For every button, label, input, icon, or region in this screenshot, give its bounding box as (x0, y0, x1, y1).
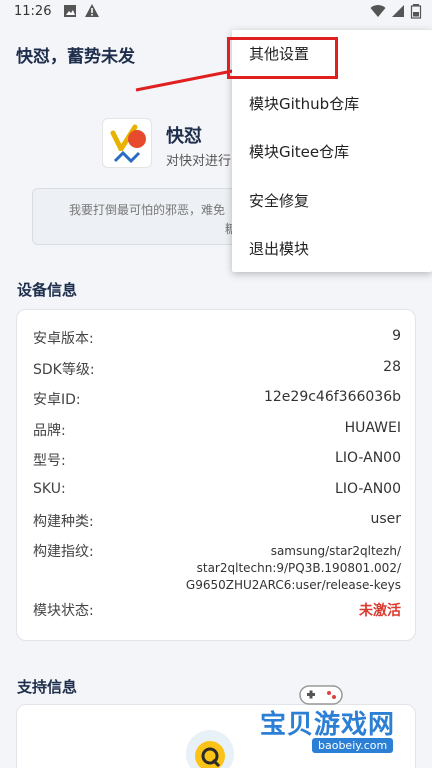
info-value: 12e29c46f366036b (263, 389, 401, 405)
info-value: LIO-AN00 (335, 481, 401, 497)
info-label: SKU: (33, 481, 66, 497)
info-row-build-type: 构建种类: user (33, 511, 401, 531)
info-row-sdk-level: SDK等级: 28 (33, 359, 401, 379)
info-value: user (370, 511, 401, 527)
watermark: 宝贝游戏网 baobeiy.com (256, 680, 426, 760)
module-description: 对快对进行 (166, 154, 232, 169)
info-label: 构建指纹: (33, 544, 94, 560)
info-value: 28 (383, 359, 401, 375)
status-time: 11:26 (14, 4, 52, 19)
info-label: 构建种类: (33, 514, 94, 530)
info-value-multiline: samsung/star2qltezh/ star2qltechn:9/PQ3B… (186, 543, 401, 594)
info-value: HUAWEI (344, 420, 401, 436)
annotation-highlight-box (227, 37, 338, 79)
info-value: 9 (392, 328, 401, 344)
fingerprint-line: star2qltechn:9/PQ3B.190801.002/ (196, 561, 401, 575)
quote-line-1: 我要打倒最可怕的邪恶，难免 (69, 203, 226, 217)
menu-item-github-repo[interactable]: 模块Github仓库 (249, 93, 359, 114)
support-info-title: 支持信息 (17, 678, 78, 696)
info-row-build-fingerprint: 构建指纹: samsung/star2qltezh/ star2qltechn:… (33, 541, 401, 597)
menu-item-gitee-repo[interactable]: 模块Gitee仓库 (249, 141, 349, 162)
module-name: 快怼 (166, 126, 202, 147)
fingerprint-line: samsung/star2qltezh/ (270, 544, 401, 558)
info-row-brand: 品牌: HUAWEI (33, 420, 401, 440)
status-badge: 未激活 (359, 603, 401, 619)
photo-notification-icon (64, 5, 76, 17)
fingerprint-line: G9650ZHU2ARC6:user/release-keys (185, 578, 401, 592)
info-label: SDK等级: (33, 362, 95, 378)
info-label: 型号: (33, 453, 66, 469)
device-info-title: 设备信息 (17, 281, 78, 299)
watermark-url: baobeiy.com (312, 738, 394, 753)
menu-item-exit-module[interactable]: 退出模块 (249, 238, 309, 259)
info-row-android-version: 安卓版本: 9 (33, 328, 401, 348)
device-info-card: 安卓版本: 9 SDK等级: 28 安卓ID: 12e29c46f366036b… (16, 309, 416, 641)
page-title: 快怼，蓄势未发 (16, 47, 135, 67)
menu-item-security-fix[interactable]: 安全修复 (249, 190, 309, 211)
info-row-model: 型号: LIO-AN00 (33, 450, 401, 470)
battery-icon (410, 4, 422, 19)
info-label: 模块状态: (33, 603, 94, 619)
warning-icon (85, 4, 99, 17)
module-logo (102, 118, 152, 168)
cellular-signal-icon (392, 5, 404, 17)
info-value: LIO-AN00 (335, 450, 401, 466)
qq-logo-icon[interactable] (185, 729, 235, 768)
info-row-android-id: 安卓ID: 12e29c46f366036b (33, 389, 401, 409)
info-row-module-status: 模块状态: 未激活 (33, 600, 401, 620)
status-bar: 11:26 (0, 0, 432, 26)
wifi-icon (370, 5, 386, 17)
info-label: 安卓版本: (33, 331, 94, 347)
module-logo-icon (110, 124, 146, 164)
info-label: 安卓ID: (33, 392, 81, 408)
info-row-sku: SKU: LIO-AN00 (33, 481, 401, 501)
watermark-text: 宝贝游戏网 (260, 710, 396, 740)
info-label: 品牌: (33, 423, 66, 439)
